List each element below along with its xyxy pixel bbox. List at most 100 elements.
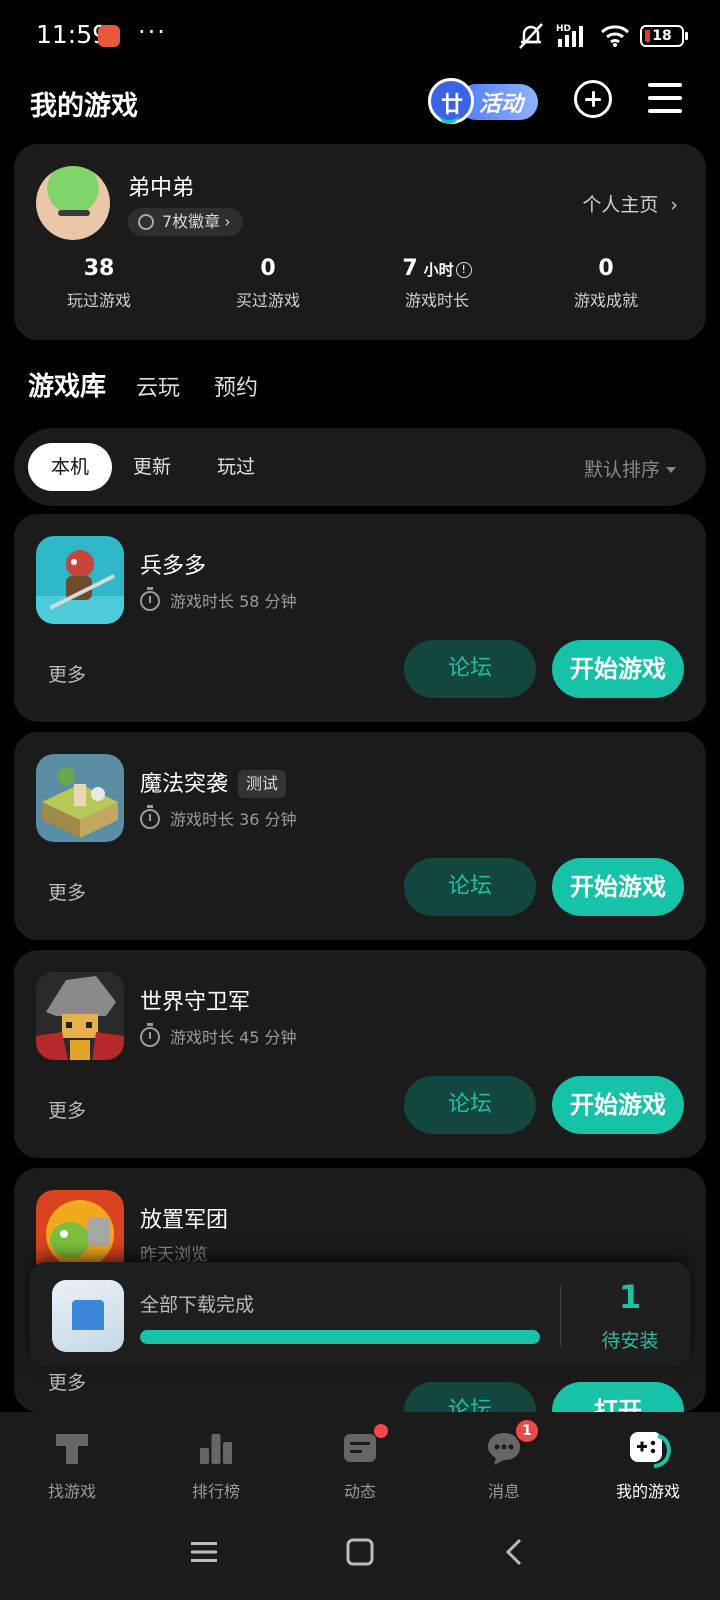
play-time-label: 游戏时长 45 分钟 [170, 1028, 297, 1047]
caret-down-icon [666, 467, 676, 473]
game-title: 放置军团 [140, 1208, 229, 1233]
play-time: 游戏时长 58 分钟 [140, 587, 297, 612]
new-feed-dot [374, 1424, 388, 1438]
play-time-label: 游戏时长 58 分钟 [170, 592, 297, 611]
start-game-button[interactable]: 开始游戏 [552, 1076, 684, 1134]
filter-played[interactable]: 玩过 [206, 443, 266, 491]
activity-logo-glyph: 廿 [441, 93, 464, 118]
filter-updates[interactable]: 更新 [122, 443, 182, 491]
chevron-right-icon: › [224, 212, 231, 231]
tab-cloud-play[interactable]: 云玩 [136, 370, 180, 402]
nav-label: 找游戏 [47, 1482, 96, 1501]
add-icon[interactable] [574, 80, 612, 118]
download-status: 全部下载完成 [140, 1294, 255, 1316]
my-games-icon [628, 1428, 671, 1468]
stat-play-time[interactable]: 7 小时! 游戏时长 [352, 256, 522, 311]
game-icon[interactable] [36, 536, 124, 624]
tab-reservations[interactable]: 预约 [214, 370, 258, 402]
active-tab-indicator [26, 403, 110, 409]
filter-local[interactable]: 本机 [28, 443, 112, 491]
feed-icon [340, 1424, 388, 1468]
game-icon[interactable] [36, 972, 124, 1060]
tab-game-library[interactable]: 游戏库 [26, 366, 110, 409]
more-button[interactable]: 更多 [48, 1368, 86, 1395]
nav-messages[interactable]: 1 消息 [432, 1412, 576, 1512]
system-nav-bar [0, 1512, 720, 1600]
download-status-popup[interactable]: 全部下载完成 1 待安装 [30, 1262, 690, 1366]
stat-value: 7 [402, 256, 418, 281]
more-button[interactable]: 更多 [48, 1096, 86, 1123]
more-notifications-icon: ··· [138, 18, 167, 46]
forum-button[interactable]: 论坛 [404, 640, 536, 698]
nav-label: 动态 [343, 1482, 376, 1501]
more-button[interactable]: 更多 [48, 660, 86, 687]
stat-played-games[interactable]: 38 玩过游戏 [14, 256, 184, 311]
medal-icon [138, 214, 154, 230]
forum-button[interactable]: 论坛 [404, 858, 536, 916]
stat-purchased-games[interactable]: 0 买过游戏 [183, 256, 353, 311]
wifi-icon [600, 25, 630, 47]
nav-my-games[interactable]: 我的游戏 [576, 1412, 720, 1512]
sort-dropdown[interactable]: 默认排序 [584, 455, 676, 482]
game-card: 魔法突袭 测试 游戏时长 36 分钟 更多 论坛 开始游戏 [14, 732, 706, 940]
start-game-button[interactable]: 开始游戏 [552, 640, 684, 698]
downloaded-game-icon [52, 1280, 124, 1352]
status-icons: HD 18 [516, 22, 688, 50]
more-button[interactable]: 更多 [48, 878, 86, 905]
chevron-right-icon: › [670, 194, 678, 216]
filter-bar: 本机 更新 玩过 默认排序 [14, 428, 706, 506]
play-time-label: 游戏时长 36 分钟 [170, 810, 297, 829]
stat-label: 买过游戏 [235, 291, 300, 310]
pending-install-label[interactable]: 待安装 [570, 1326, 690, 1353]
open-game-button[interactable]: 打开 [552, 1382, 684, 1412]
download-progress-bar [140, 1330, 540, 1344]
nav-find-game[interactable]: 找游戏 [0, 1412, 144, 1512]
forum-button[interactable]: 论坛 [404, 1076, 536, 1134]
homepage-link[interactable]: 个人主页 › [582, 190, 678, 217]
nav-ranking[interactable]: 排行榜 [144, 1412, 288, 1512]
nav-label: 消息 [487, 1482, 520, 1501]
stat-label: 玩过游戏 [66, 291, 131, 310]
username: 弟中弟 [128, 176, 195, 201]
game-title: 魔法突袭 [140, 772, 229, 797]
info-icon[interactable]: ! [455, 262, 472, 278]
profile-card: 弟中弟 7枚徽章 › 个人主页 › 38 玩过游戏 0 买过游戏 7 小时! 游戏时… [14, 144, 706, 340]
bottom-nav: 找游戏 排行榜 动态 1 消息 我的游戏 [0, 1412, 720, 1512]
nav-label: 我的游戏 [615, 1482, 680, 1501]
find-game-icon [52, 1428, 92, 1468]
homepage-label: 个人主页 [582, 194, 659, 216]
stat-value: 0 [598, 256, 614, 281]
status-bar: 11:59 ··· HD 18 [0, 0, 720, 72]
stat-label: 游戏成就 [573, 291, 638, 310]
nav-label: 排行榜 [191, 1482, 240, 1501]
avatar[interactable] [36, 166, 110, 240]
divider [560, 1286, 561, 1346]
recents-menu-icon[interactable] [190, 1538, 218, 1566]
nav-feed[interactable]: 动态 [288, 1412, 432, 1512]
home-icon[interactable] [346, 1538, 374, 1566]
tab-label: 游戏库 [28, 372, 107, 402]
pending-install-count[interactable]: 1 [570, 1278, 690, 1316]
test-badge: 测试 [238, 770, 287, 798]
menu-icon[interactable] [648, 83, 682, 113]
stat-value: 38 [83, 256, 115, 281]
start-game-button[interactable]: 开始游戏 [552, 858, 684, 916]
ranking-icon [196, 1428, 236, 1468]
game-card: 兵多多 游戏时长 58 分钟 更多 论坛 开始游戏 [14, 514, 706, 722]
game-name: 兵多多 [140, 548, 206, 580]
game-icon[interactable] [36, 754, 124, 842]
activity-button[interactable]: 活动 廿 [428, 78, 540, 128]
header: 我的游戏 活动 廿 [0, 72, 720, 132]
badges-chip[interactable]: 7枚徽章 › [128, 208, 243, 236]
stat-achievements[interactable]: 0 游戏成就 [521, 256, 691, 311]
back-icon[interactable] [502, 1538, 530, 1566]
download-progress-fill [140, 1330, 540, 1344]
notification-app-icon [98, 25, 120, 47]
page-title: 我的游戏 [30, 91, 138, 122]
timer-icon [140, 1023, 160, 1047]
muted-bell-icon [519, 23, 543, 49]
message-icon: 1 [484, 1418, 540, 1468]
stat-value: 0 [260, 256, 276, 281]
forum-button[interactable]: 论坛 [404, 1382, 536, 1412]
network-type-label: HD [556, 24, 571, 34]
